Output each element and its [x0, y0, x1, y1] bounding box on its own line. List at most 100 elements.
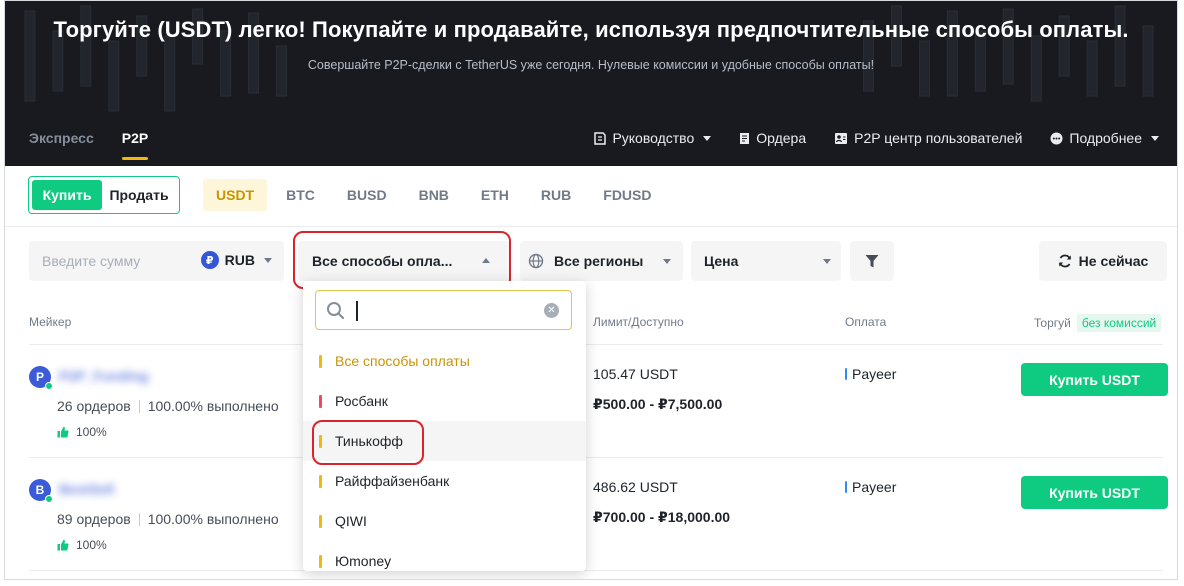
book-icon: [594, 131, 607, 145]
dropdown-item-label: Юmoney: [335, 553, 392, 569]
nav-orders-label: Ордера: [756, 130, 807, 146]
sell-tab[interactable]: Продать: [102, 180, 176, 210]
currency-select[interactable]: ₽ RUB: [200, 251, 272, 269]
refresh-label: Не сейчас: [1078, 253, 1149, 269]
divider: [29, 344, 1163, 345]
color-marker: [319, 514, 322, 528]
asset-tabs: USDT BTC BUSD BNB ETH RUB FDUSD: [203, 179, 665, 211]
nav-orders[interactable]: Ордера: [739, 130, 806, 146]
dropdown-item-all[interactable]: Все способы оплаты: [303, 341, 586, 381]
rating-value: 100%: [76, 425, 107, 439]
payment-method-select[interactable]: Все способы опла...: [298, 241, 510, 281]
divider: [29, 457, 1163, 458]
rating: 100%: [57, 425, 107, 439]
avatar-letter: B: [35, 483, 45, 497]
buy-sell-toggle: Купить Продать: [28, 176, 180, 214]
user-card-icon: [835, 132, 848, 144]
asset-tab-rub[interactable]: RUB: [528, 179, 584, 211]
dropdown-item-raiffeisen[interactable]: Райффайзенбанк: [303, 461, 586, 501]
online-status-dot: [45, 495, 53, 503]
payment-method-name: Payeer: [852, 479, 897, 495]
dropdown-item-label: Все способы оплаты: [335, 353, 470, 369]
chevron-up-icon: [482, 258, 490, 263]
amount-input[interactable]: Введите сумму ₽ RUB: [29, 241, 284, 281]
chevron-down-icon: [264, 257, 272, 263]
avatar-letter: P: [35, 370, 44, 384]
payment-method-name: Payeer: [852, 366, 897, 382]
refresh-icon: [1058, 254, 1071, 268]
filter-button[interactable]: [850, 241, 894, 281]
limit-range: ₽700.00 - ₽18,000.00: [593, 509, 731, 525]
completion-rate: 100.00% выполнено: [147, 398, 279, 414]
more-icon: [1050, 132, 1063, 144]
merchant-name[interactable]: BestSell: [59, 481, 114, 497]
color-marker: [319, 554, 322, 568]
dropdown-item-qiwi[interactable]: QIWI: [303, 501, 586, 541]
asset-tab-btc[interactable]: BTC: [273, 179, 328, 211]
asset-tab-busd[interactable]: BUSD: [334, 179, 400, 211]
filter-icon: [865, 254, 879, 267]
merchant-name[interactable]: P2P_Funding: [59, 368, 148, 384]
amount-placeholder: Введите сумму: [42, 253, 141, 269]
hero-subtitle: Совершайте P2P-сделки с TetherUS уже сег…: [307, 58, 875, 72]
asset-tab-fdusd[interactable]: FDUSD: [590, 179, 664, 211]
order-count: 89 ордеров: [57, 511, 131, 527]
order-count: 26 ордеров: [57, 398, 131, 414]
clear-icon[interactable]: ✕: [544, 303, 559, 318]
nav-tabs: Экспресс P2P: [29, 130, 149, 160]
asset-tab-bnb[interactable]: BNB: [406, 179, 462, 211]
chevron-down-icon: [663, 259, 671, 264]
nav-more[interactable]: Подробнее: [1050, 130, 1159, 146]
dropdown-item-label: Росбанк: [335, 393, 388, 409]
price-select[interactable]: Цена: [691, 241, 841, 281]
refresh-button[interactable]: Не сейчас: [1039, 241, 1167, 281]
divider: [138, 513, 140, 526]
thumbs-up-icon: [57, 539, 69, 551]
nav-guide-label: Руководство: [612, 130, 695, 146]
available-amount: 486.62 USDT: [593, 479, 678, 495]
text-cursor: [356, 301, 358, 321]
free-fee-badge: без комиссий: [1076, 314, 1162, 332]
currency-label: RUB: [224, 252, 255, 268]
buy-usdt-button[interactable]: Купить USDT: [1021, 363, 1168, 396]
payment-color-marker: [845, 481, 847, 493]
divider: [138, 400, 140, 413]
divider: [5, 226, 1177, 227]
avatar[interactable]: B: [29, 479, 53, 503]
payment-method-dropdown: ✕ Все способы оплаты Росбанк Тинькофф Ра…: [303, 281, 586, 571]
color-marker: [319, 474, 322, 488]
price-label: Цена: [704, 253, 739, 269]
payment-method-tag: Payeer: [845, 366, 896, 382]
p2p-page: Торгуйте (USDT) легко! Покупайте и прода…: [4, 0, 1178, 580]
color-marker: [319, 354, 322, 368]
nav-user-center-label: P2P центр пользователей: [854, 130, 1023, 146]
buy-tab[interactable]: Купить: [32, 180, 102, 210]
available-amount: 105.47 USDT: [593, 366, 678, 382]
asset-tab-usdt[interactable]: USDT: [203, 179, 268, 211]
dropdown-item-label: Тинькофф: [335, 433, 403, 449]
buy-usdt-button[interactable]: Купить USDT: [1021, 476, 1168, 509]
merchant-stats: 26 ордеров 100.00% выполнено: [57, 398, 279, 414]
region-select[interactable]: Все регионы: [520, 241, 683, 281]
column-header-limit: Лимит/Доступно: [593, 315, 684, 329]
region-label: Все регионы: [554, 253, 644, 269]
nav-guide[interactable]: Руководство: [594, 130, 712, 146]
dropdown-item-rosbank[interactable]: Росбанк: [303, 381, 586, 421]
dropdown-item-label: QIWI: [335, 513, 367, 529]
search-icon: [327, 302, 345, 320]
rating-value: 100%: [76, 538, 107, 552]
dropdown-item-yumoney[interactable]: Юmoney: [303, 541, 586, 571]
trade-header-label: Торгуй: [1034, 316, 1071, 330]
asset-tab-eth[interactable]: ETH: [468, 179, 522, 211]
column-header-maker: Мейкер: [29, 315, 72, 329]
rating: 100%: [57, 538, 107, 552]
nav-user-center[interactable]: P2P центр пользователей: [834, 130, 1022, 146]
chevron-down-icon: [703, 135, 712, 141]
tab-p2p[interactable]: P2P: [121, 130, 149, 160]
rub-coin-icon: ₽: [200, 251, 219, 269]
tab-express[interactable]: Экспресс: [29, 130, 94, 146]
payment-search-input[interactable]: ✕: [315, 290, 572, 330]
color-marker: [319, 394, 322, 408]
avatar[interactable]: P: [29, 366, 53, 390]
dropdown-item-tinkoff[interactable]: Тинькофф: [303, 421, 586, 461]
